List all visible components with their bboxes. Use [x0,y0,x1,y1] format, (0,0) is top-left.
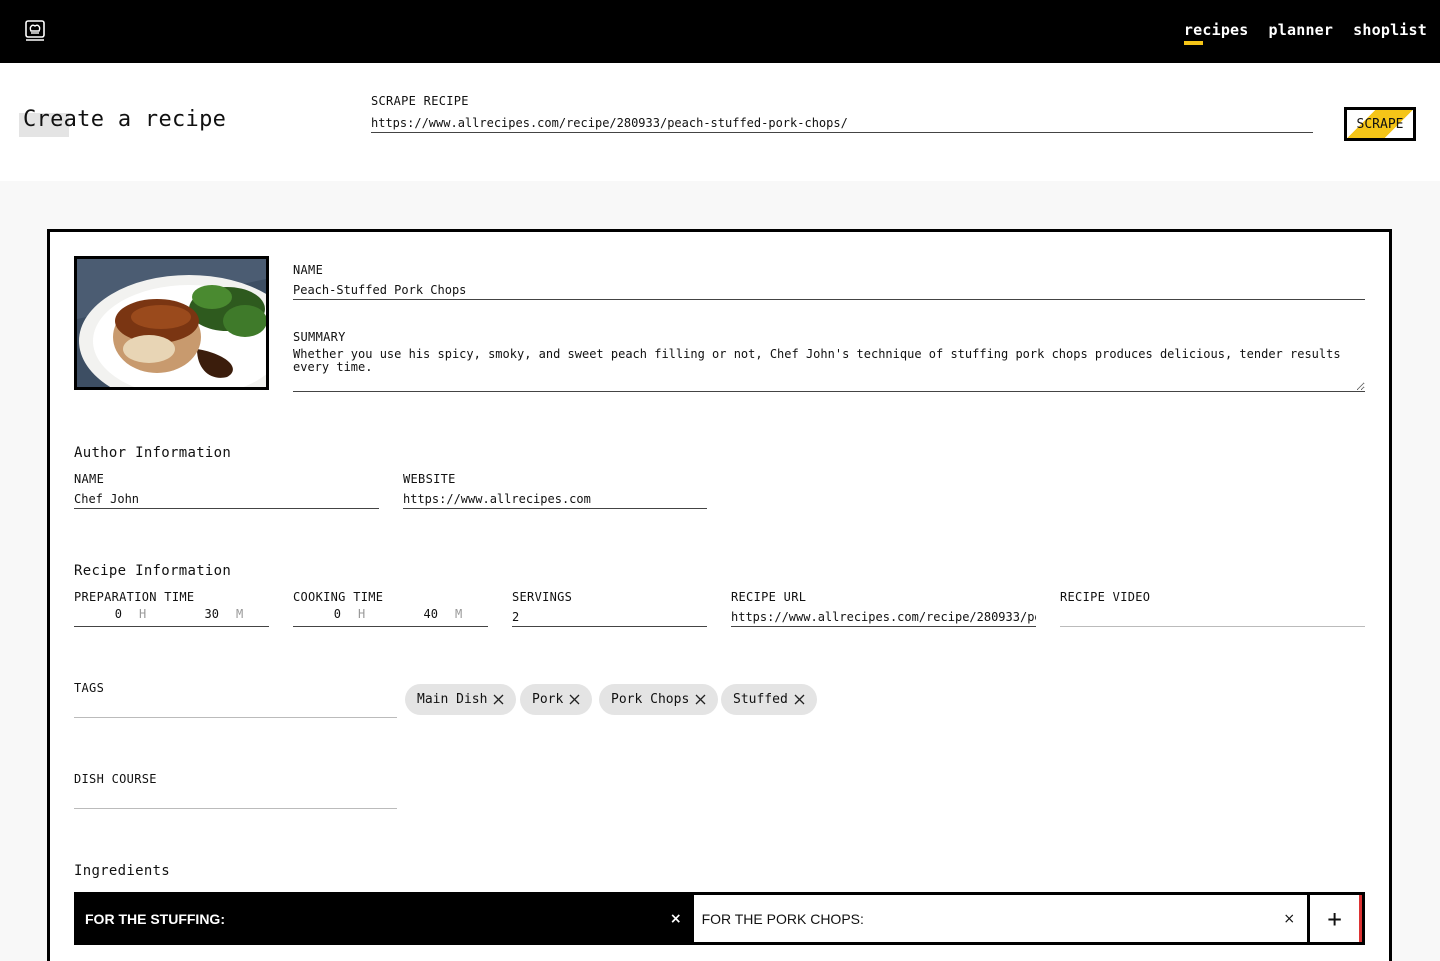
nav-planner[interactable]: planner [1269,21,1334,39]
author-name-label: NAME [74,472,105,486]
tag-chip[interactable]: Main Dish [405,684,517,715]
add-ingredient-group-button[interactable]: + [1310,895,1362,942]
cook-time-field[interactable]: 0 H 40 M [293,607,488,627]
tags-label: TAGS [74,681,105,695]
tag-chip[interactable]: Pork [520,684,593,715]
author-website-input[interactable] [403,489,707,509]
ingredient-group-label: FOR THE STUFFING: [85,910,225,927]
remove-tag-icon[interactable] [493,694,504,705]
ingredient-group-label: FOR THE PORK CHOPS: [701,910,864,927]
recipe-name-input[interactable] [293,280,1365,300]
page-title: Create a recipe [23,107,227,132]
prep-time-label: PREPARATION TIME [74,590,195,604]
servings-label: SERVINGS [512,590,573,604]
chef-hat-logo-icon[interactable] [24,19,46,43]
prep-hours[interactable]: 0 [74,607,122,626]
nav-shoplist[interactable]: shoplist [1353,21,1427,39]
tag-label: Pork [532,692,564,707]
ingredient-group-tabs: FOR THE STUFFING: × FOR THE PORK CHOPS: … [74,892,1365,945]
recipe-url-input[interactable] [731,607,1036,627]
dish-course-input[interactable] [74,789,397,809]
top-nav: recipes planner shoplist [0,0,1440,63]
remove-tag-icon[interactable] [569,694,580,705]
tag-label: Main Dish [417,692,488,707]
plus-icon: + [1327,904,1342,933]
author-website-label: WEBSITE [403,472,456,486]
recipe-url-label: RECIPE URL [731,590,807,604]
ingredient-group-tab-pork-chops[interactable]: FOR THE PORK CHOPS: × [693,895,1311,942]
recipe-video-input[interactable] [1060,607,1365,627]
summary-label: SUMMARY [293,330,346,344]
remove-tag-icon[interactable] [695,694,706,705]
servings-input[interactable] [512,607,707,627]
scrape-url-input[interactable] [371,113,1313,133]
summary-textarea[interactable]: Whether you use his spicy, smoky, and sw… [293,347,1365,392]
tags-input[interactable] [74,698,397,718]
close-icon[interactable]: × [1283,911,1295,927]
recipe-photo[interactable] [74,256,269,390]
page-header: Create a recipe SCRAPE RECIPE SCRAPE [0,63,1440,181]
cook-minutes[interactable]: 40 [390,607,438,626]
recipe-info-section-title: Recipe Information [74,563,232,579]
cook-minutes-unit: M [455,607,463,621]
prep-minutes[interactable]: 30 [171,607,219,626]
cook-time-label: COOKING TIME [293,590,384,604]
ingredients-section-title: Ingredients [74,863,171,879]
tag-chip[interactable]: Pork Chops [599,684,719,715]
tag-label: Pork Chops [611,692,690,707]
nav-recipes[interactable]: recipes [1183,21,1249,45]
remove-tag-icon[interactable] [794,694,805,705]
cook-hours[interactable]: 0 [293,607,341,626]
prep-minutes-unit: M [236,607,244,621]
close-icon[interactable]: × [670,911,682,927]
ingredient-group-tab-stuffing[interactable]: FOR THE STUFFING: × [77,895,694,942]
author-section-title: Author Information [74,445,232,461]
recipe-video-label: RECIPE VIDEO [1060,590,1151,604]
cook-hours-unit: H [358,607,366,621]
author-name-input[interactable] [74,489,379,509]
recipe-name-label: NAME [293,263,324,277]
scrape-label: SCRAPE RECIPE [371,94,469,108]
nav-links: recipes planner shoplist [1183,21,1427,45]
prep-time-field[interactable]: 0 H 30 M [74,607,269,627]
recipe-form-card: NAME SUMMARY Whether you use his spicy, … [47,229,1392,961]
tag-label: Stuffed [733,692,788,707]
prep-hours-unit: H [139,607,147,621]
scrape-button[interactable]: SCRAPE [1344,107,1416,141]
dish-course-label: DISH COURSE [74,772,157,786]
tag-chip[interactable]: Stuffed [721,684,817,715]
